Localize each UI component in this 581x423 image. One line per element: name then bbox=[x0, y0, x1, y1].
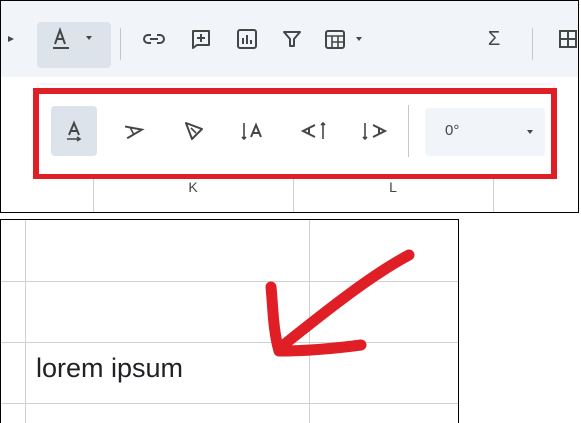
tilt-up-icon bbox=[124, 125, 145, 140]
toolbar-separator bbox=[532, 28, 533, 60]
column-divider bbox=[25, 220, 26, 423]
text-no-rotation-icon bbox=[67, 120, 82, 142]
rotation-tilt-up-button[interactable] bbox=[111, 106, 157, 156]
text-color-button[interactable] bbox=[37, 1, 111, 77]
insert-comment-icon bbox=[192, 30, 210, 49]
insert-chart-button[interactable] bbox=[227, 1, 267, 77]
more-button[interactable] bbox=[553, 1, 578, 77]
insert-comment-button[interactable] bbox=[181, 1, 221, 77]
column-divider bbox=[493, 179, 494, 212]
custom-angle-select[interactable]: 0° bbox=[425, 108, 545, 156]
stack-vertically-icon bbox=[241, 122, 262, 141]
link-icon bbox=[143, 34, 165, 44]
toolbar-separator bbox=[120, 28, 121, 60]
functions-button[interactable]: Σ bbox=[479, 1, 509, 77]
rotate-down-icon bbox=[362, 123, 388, 141]
rotation-none-button[interactable] bbox=[51, 106, 97, 156]
filter-icon bbox=[283, 31, 301, 47]
insert-link-button[interactable] bbox=[134, 1, 174, 77]
chevron-down-icon bbox=[527, 130, 533, 134]
rotation-tilt-down-button[interactable] bbox=[171, 106, 217, 156]
angle-value: 0° bbox=[445, 122, 460, 139]
row-divider bbox=[1, 403, 458, 404]
tilt-down-icon bbox=[185, 122, 203, 140]
column-header-l[interactable]: L bbox=[293, 179, 493, 212]
arrow-left-icon[interactable] bbox=[1, 1, 21, 77]
more-icon bbox=[559, 30, 577, 48]
toolbar-screenshot: Σ 0° K L bbox=[0, 0, 579, 213]
filter-views-button[interactable] bbox=[319, 1, 379, 77]
rotation-stack-vertically-button[interactable] bbox=[231, 106, 277, 156]
insert-chart-icon bbox=[237, 29, 257, 49]
cell-content[interactable]: lorem ipsum bbox=[36, 353, 183, 384]
rotation-rotate-up-button[interactable] bbox=[291, 106, 337, 156]
column-header-k[interactable]: K bbox=[93, 179, 293, 212]
rotation-rotate-down-button[interactable] bbox=[351, 106, 397, 156]
filter-button[interactable] bbox=[272, 1, 312, 77]
sheet-cells-screenshot: lorem ipsum bbox=[0, 219, 459, 423]
column-header-row: K L bbox=[1, 179, 578, 212]
rotate-up-icon bbox=[300, 121, 326, 139]
annotation-arrow-icon bbox=[265, 249, 415, 357]
filter-views-icon bbox=[325, 30, 362, 49]
menu-separator bbox=[408, 105, 409, 157]
functions-icon: Σ bbox=[487, 27, 501, 50]
text-color-icon bbox=[53, 27, 92, 49]
toolbar: Σ bbox=[1, 1, 578, 77]
